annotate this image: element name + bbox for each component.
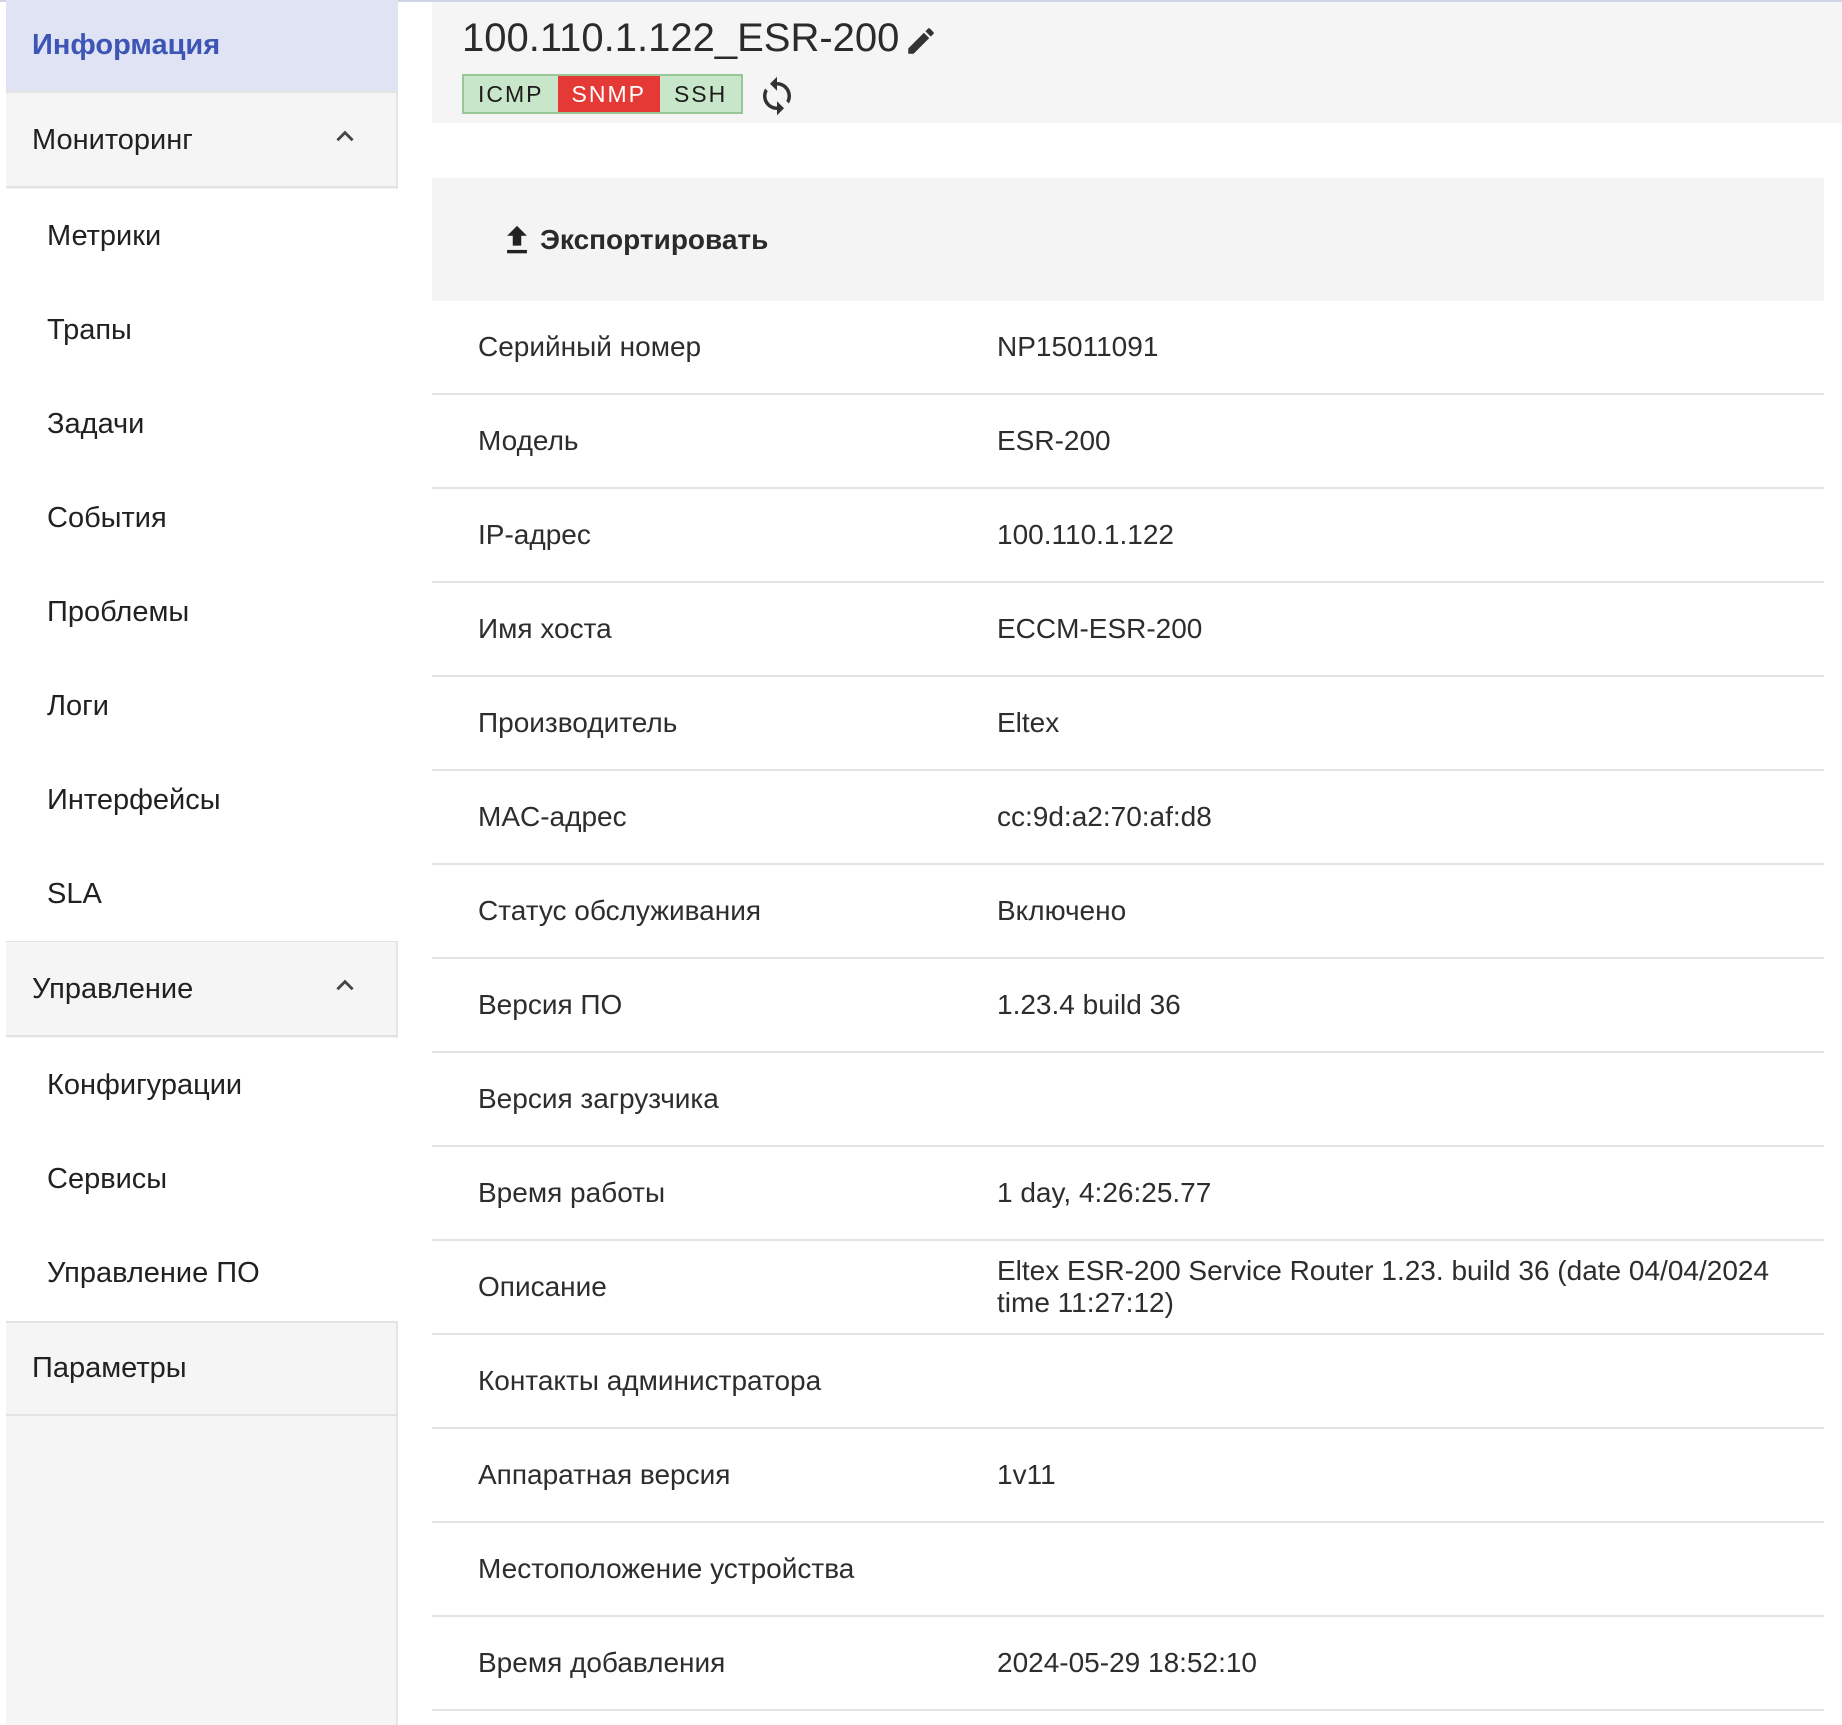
- status-badge-icmp: ICMP: [464, 76, 558, 112]
- detail-row: Версия ПО 1.23.4 build 36: [432, 959, 1824, 1053]
- sidebar-item-label: Управление ПО: [47, 1256, 260, 1289]
- sidebar-group-label: Управление: [32, 973, 194, 1005]
- sidebar-item-software-management[interactable]: Управление ПО: [6, 1226, 398, 1320]
- sidebar-item-label: Информация: [32, 29, 221, 61]
- detail-label: Производитель: [478, 707, 678, 738]
- sidebar-item-label: SLA: [47, 877, 102, 910]
- detail-row: Производитель Eltex: [432, 677, 1824, 771]
- export-label: Экспортировать: [540, 224, 769, 255]
- export-button[interactable]: Экспортировать: [500, 218, 768, 262]
- sidebar-item-interfaces[interactable]: Интерфейсы: [6, 753, 398, 847]
- detail-label: MAC-адрес: [478, 801, 627, 832]
- sidebar-item-label: Параметры: [32, 1352, 187, 1384]
- sidebar-item-traps[interactable]: Трапы: [6, 283, 398, 377]
- detail-label: Местоположение устройства: [478, 1553, 855, 1584]
- detail-row: Аппаратная версия 1v11: [432, 1429, 1824, 1523]
- detail-label: Серийный номер: [478, 331, 702, 362]
- chevron-up-icon[interactable]: [332, 973, 358, 999]
- detail-label: Аппаратная версия: [478, 1459, 731, 1490]
- detail-value: Eltex: [997, 707, 1060, 738]
- card-toolbar: Экспортировать: [432, 178, 1824, 301]
- detail-row: Время работы 1 day, 4:26:25.77: [432, 1147, 1824, 1241]
- detail-value: NP15011091: [997, 331, 1159, 362]
- detail-row: IP-адрес 100.110.1.122: [432, 489, 1824, 583]
- detail-row: Имя хоста ECCM-ESR-200: [432, 583, 1824, 677]
- status-badges: ICMP SNMP SSH: [462, 74, 744, 114]
- sidebar-item-label: Трапы: [47, 313, 132, 346]
- detail-row: Контакты администратора: [432, 1335, 1824, 1429]
- detail-label: Модель: [478, 425, 579, 456]
- detail-value: [997, 1523, 1810, 1615]
- sidebar-item-info[interactable]: Информация: [6, 0, 398, 93]
- detail-row: Статус обслуживания Включено: [432, 865, 1824, 959]
- detail-value: 2024-05-29 18:52:10: [997, 1647, 1257, 1678]
- sidebar-item-tasks[interactable]: Задачи: [6, 377, 398, 471]
- sidebar-item-label: Логи: [47, 689, 109, 722]
- sidebar-item-label: Сервисы: [47, 1162, 168, 1195]
- detail-label: Версия ПО: [478, 989, 623, 1020]
- sidebar-item-label: Метрики: [47, 219, 162, 252]
- detail-label: Время добавления: [478, 1647, 726, 1678]
- detail-value: cc:9d:a2:70:af:d8: [997, 801, 1212, 832]
- device-header: 100.110.1.122_ESR-200 ICMP SNMP SSH: [432, 2, 1842, 123]
- sidebar-item-configurations[interactable]: Конфигурации: [6, 1038, 398, 1132]
- detail-label: Контакты администратора: [478, 1365, 822, 1396]
- sidebar-item-services[interactable]: Сервисы: [6, 1132, 398, 1226]
- detail-row: MAC-адрес cc:9d:a2:70:af:d8: [432, 771, 1824, 865]
- detail-row: Описание Eltex ESR-200 Service Router 1.2…: [432, 1241, 1824, 1335]
- detail-value: [997, 1335, 1810, 1427]
- detail-label: Имя хоста: [478, 613, 612, 644]
- refresh-icon[interactable]: [756, 75, 798, 117]
- detail-label: Время работы: [478, 1177, 666, 1208]
- sidebar-group-monitoring[interactable]: Мониторинг: [6, 95, 398, 188]
- pencil-icon[interactable]: [904, 24, 938, 58]
- sidebar: Информация Мониторинг Метрики Трапы Зада…: [6, 0, 398, 1725]
- detail-value: Eltex ESR-200 Service Router 1.23. build…: [997, 1255, 1770, 1318]
- sidebar-item-label: Интерфейсы: [47, 783, 221, 816]
- sidebar-item-label: События: [47, 501, 167, 534]
- sidebar-item-logs[interactable]: Логи: [6, 659, 398, 753]
- detail-value: 1 day, 4:26:25.77: [997, 1177, 1212, 1208]
- detail-row: Версия загрузчика: [432, 1053, 1824, 1147]
- detail-value: Включено: [997, 895, 1127, 926]
- detail-value: 100.110.1.122: [997, 519, 1174, 550]
- detail-value: ECCM-ESR-200: [997, 613, 1203, 644]
- management-submenu: Конфигурации Сервисы Управление ПО: [6, 1038, 398, 1323]
- page-title: 100.110.1.122_ESR-200: [462, 16, 900, 60]
- detail-label: IP-адрес: [478, 519, 591, 550]
- detail-row: Время добавления 2024-05-29 18:52:10: [432, 1617, 1824, 1711]
- upload-icon: [507, 225, 527, 254]
- detail-row: Местоположение устройства: [432, 1523, 1824, 1617]
- detail-label: Описание: [478, 1271, 607, 1302]
- sidebar-item-events[interactable]: События: [6, 471, 398, 565]
- device-info-card: Экспортировать Серийный номер NP15011091 …: [432, 178, 1824, 1711]
- detail-value: ESR-200: [997, 425, 1111, 456]
- detail-row: Модель ESR-200: [432, 395, 1824, 489]
- detail-value: [997, 1053, 1810, 1145]
- detail-value: 1v11: [997, 1459, 1056, 1490]
- sidebar-item-sla[interactable]: SLA: [6, 847, 398, 941]
- detail-row: Серийный номер NP15011091: [432, 301, 1824, 395]
- detail-value: 1.23.4 build 36: [997, 989, 1181, 1020]
- sidebar-group-management[interactable]: Управление: [6, 944, 398, 1037]
- monitoring-submenu: Метрики Трапы Задачи События Проблемы Ло…: [6, 189, 398, 942]
- sidebar-item-problems[interactable]: Проблемы: [6, 565, 398, 659]
- sidebar-group-label: Мониторинг: [32, 124, 193, 156]
- status-badge-snmp: SNMP: [557, 76, 660, 112]
- sidebar-item-label: Конфигурации: [47, 1068, 243, 1101]
- status-badge-ssh: SSH: [659, 76, 742, 112]
- sidebar-item-metrics[interactable]: Метрики: [6, 189, 398, 283]
- sidebar-item-label: Задачи: [47, 407, 145, 440]
- sidebar-item-parameters[interactable]: Параметры: [6, 1323, 398, 1416]
- chevron-up-icon[interactable]: [332, 124, 358, 150]
- detail-label: Версия загрузчика: [478, 1083, 719, 1114]
- detail-label: Статус обслуживания: [478, 895, 762, 926]
- sidebar-item-label: Проблемы: [47, 595, 190, 628]
